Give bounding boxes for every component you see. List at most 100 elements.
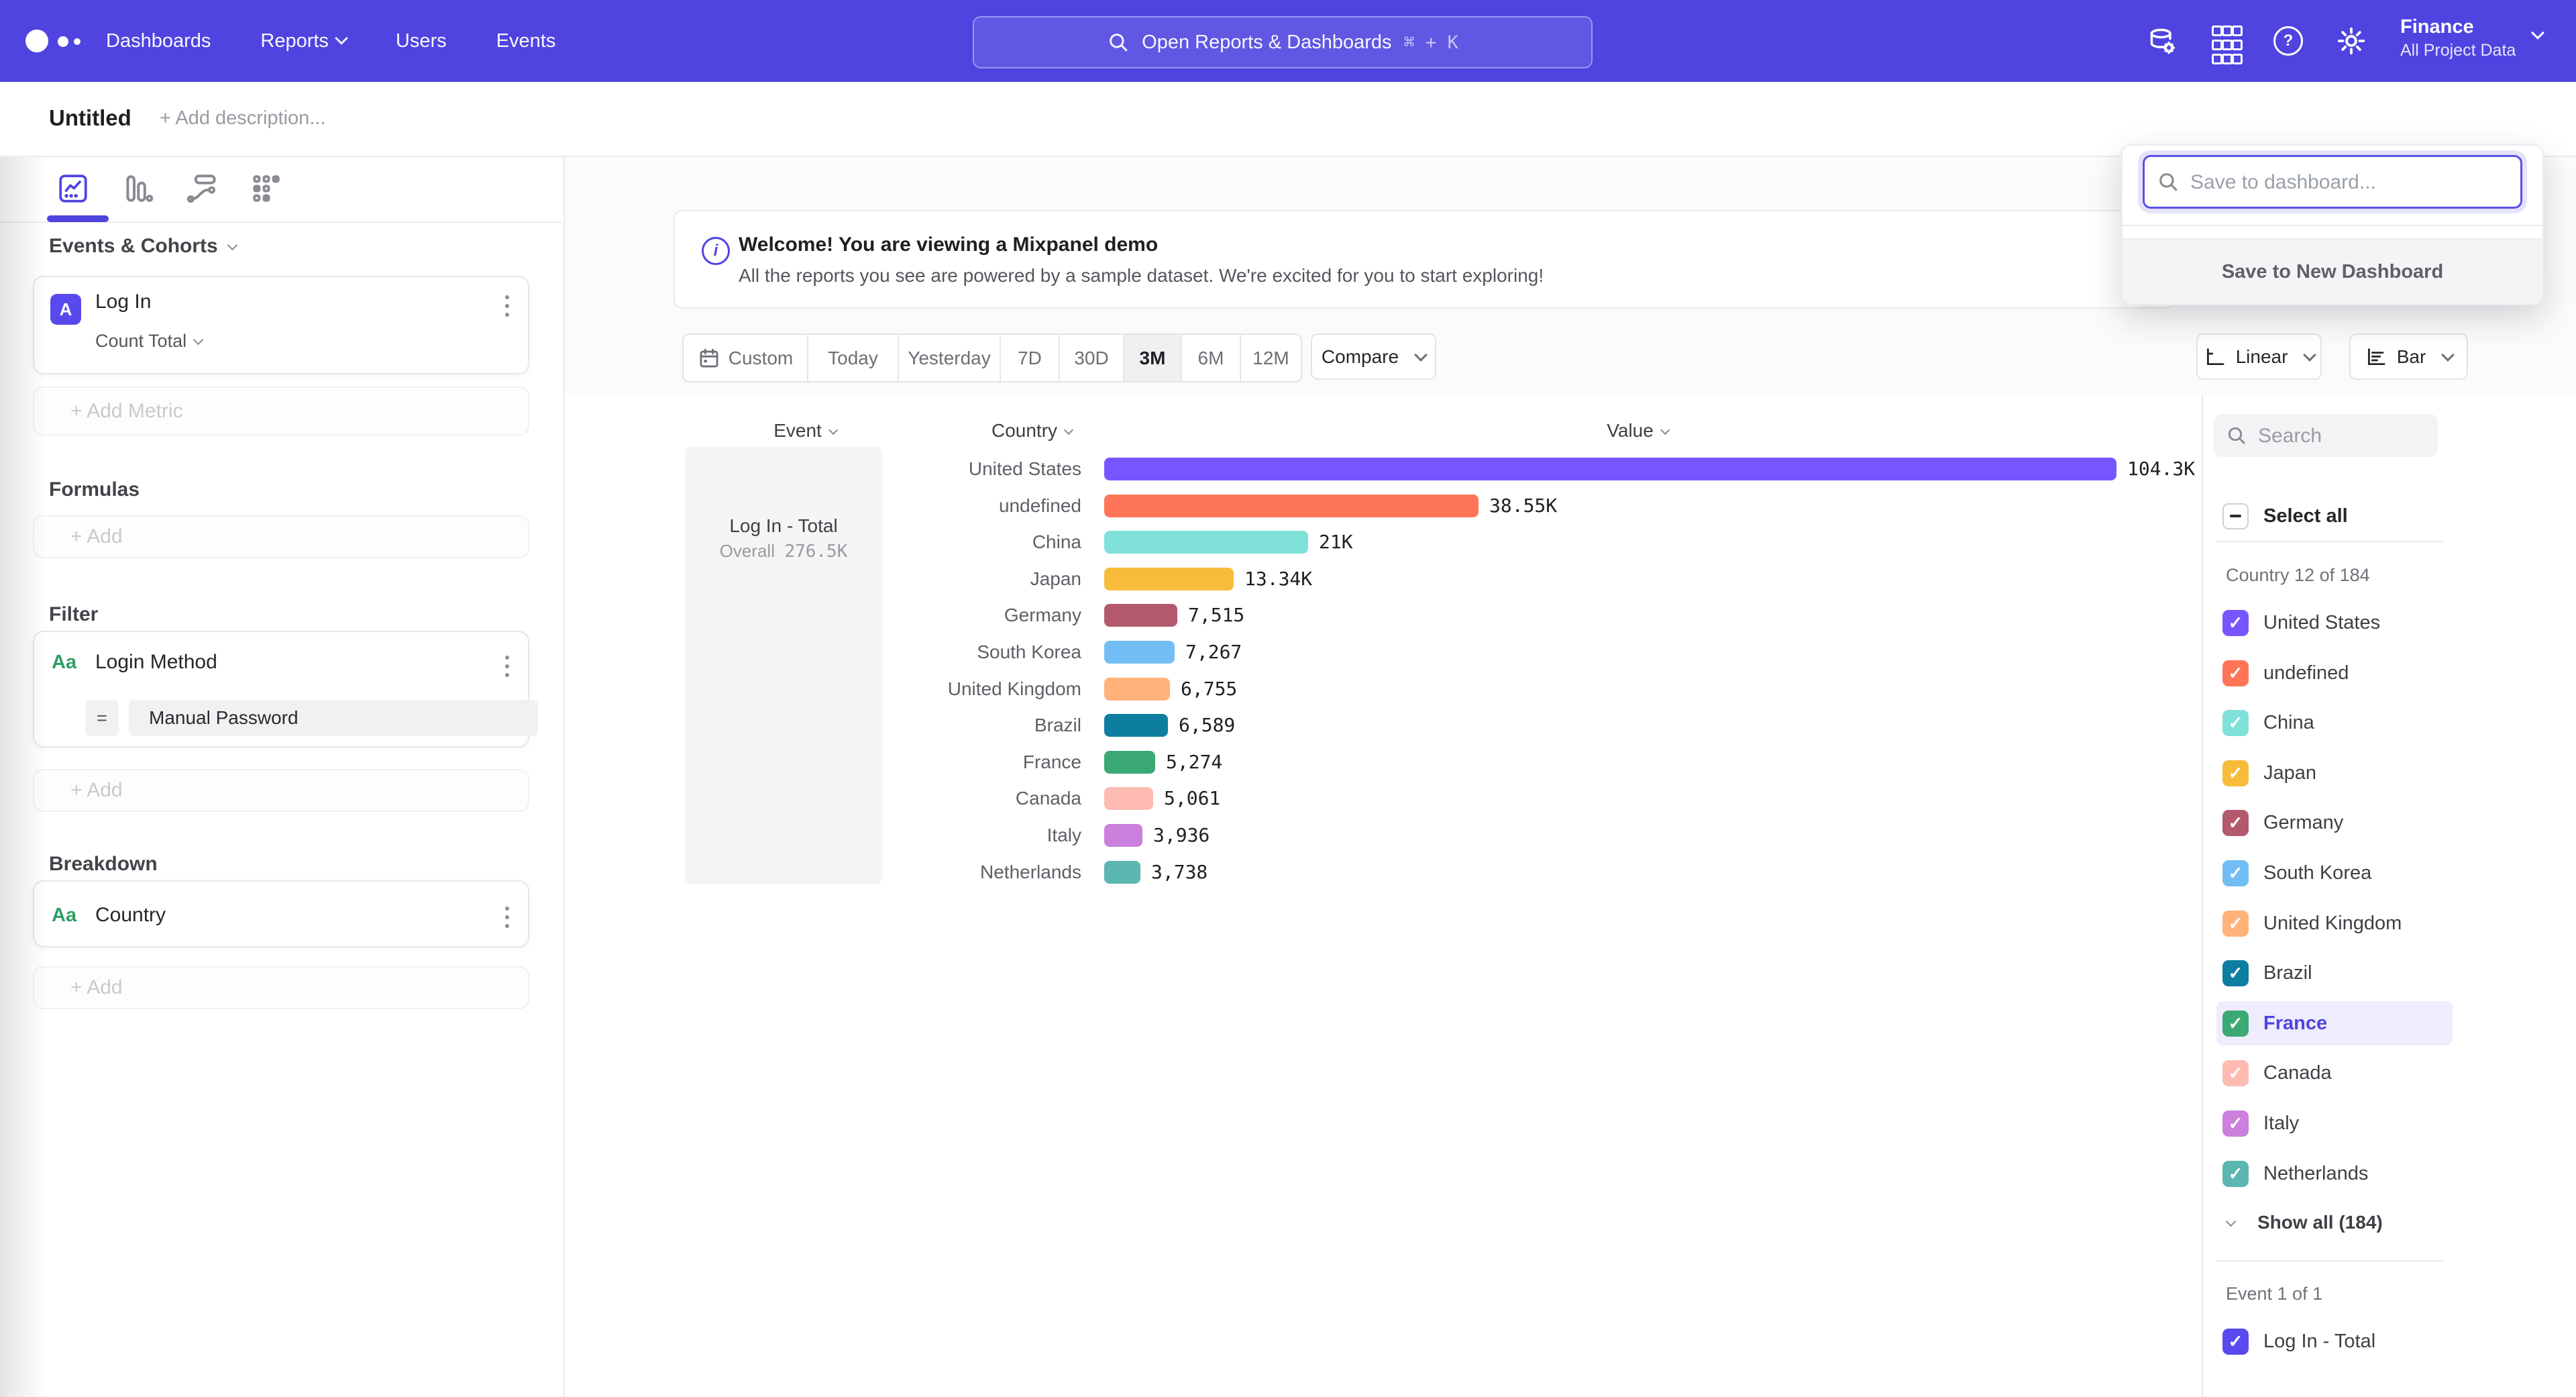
legend-item-germany[interactable]: ✓Germany — [2216, 800, 2453, 845]
tab-retention[interactable] — [250, 172, 283, 205]
date-range-today[interactable]: Today — [807, 335, 898, 381]
data-management-icon[interactable] — [2147, 25, 2178, 56]
date-range-3m[interactable]: 3M — [1123, 335, 1181, 381]
show-all-toggle[interactable]: Show all (184) — [2216, 1208, 2383, 1237]
date-range-6m[interactable]: 6M — [1181, 335, 1240, 381]
date-range-yesterday[interactable]: Yesterday — [898, 335, 1000, 381]
checkbox-checked[interactable]: ✓ — [2222, 760, 2249, 786]
aggregation-dropdown[interactable]: Count Total — [95, 327, 202, 354]
report-type-tabs — [0, 156, 562, 223]
legend-item-france[interactable]: ✓France — [2216, 1001, 2453, 1045]
bar-segment[interactable] — [1104, 604, 1177, 627]
legend-item-canada[interactable]: ✓Canada — [2216, 1051, 2453, 1095]
global-search-button[interactable]: Open Reports & Dashboards ⌘ + K — [973, 16, 1593, 68]
checkbox-checked[interactable]: ✓ — [2222, 1329, 2249, 1355]
checkbox-checked[interactable]: ✓ — [2222, 810, 2249, 836]
chevron-down-icon — [193, 334, 204, 345]
column-header-country[interactable]: Country — [991, 416, 1072, 446]
add-breakdown-button[interactable]: + Add — [33, 966, 529, 1009]
bar-segment[interactable] — [1104, 641, 1175, 664]
date-range-30d[interactable]: 30D — [1059, 335, 1123, 381]
checkbox-checked[interactable]: ✓ — [2222, 1161, 2249, 1187]
bar-value-label: 38.55K — [1489, 495, 1557, 517]
kebab-menu-icon[interactable] — [505, 656, 509, 677]
checkbox-checked[interactable]: ✓ — [2222, 860, 2249, 886]
add-description-field[interactable]: + Add description... — [160, 82, 325, 154]
checkbox-checked[interactable]: ✓ — [2222, 911, 2249, 937]
checkbox-checked[interactable]: ✓ — [2222, 610, 2249, 636]
save-to-new-dashboard-button[interactable]: Save to New Dashboard — [2123, 238, 2542, 304]
column-header-event[interactable]: Event — [773, 416, 837, 446]
apps-grid-icon[interactable] — [2210, 25, 2241, 56]
legend-item-south-korea[interactable]: ✓South Korea — [2216, 851, 2453, 895]
bar-segment[interactable] — [1104, 824, 1142, 847]
tab-funnels[interactable] — [121, 172, 154, 205]
bar-segment[interactable] — [1104, 714, 1168, 737]
bar-segment[interactable] — [1104, 568, 1234, 590]
breakdown-card-country[interactable]: Aa Country — [33, 880, 529, 947]
legend-item-japan[interactable]: ✓Japan — [2216, 751, 2453, 795]
project-switcher[interactable]: Finance All Project Data — [2400, 15, 2516, 62]
filter-operator-chip[interactable]: = — [85, 700, 119, 736]
filter-card-login-method[interactable]: Aa Login Method = Manual Password — [33, 631, 529, 747]
save-dashboard-input[interactable] — [2189, 157, 2514, 208]
events-cohorts-header[interactable]: Events & Cohorts — [49, 231, 236, 261]
nav-item-events[interactable]: Events — [496, 30, 556, 52]
bar-segment[interactable] — [1104, 458, 2116, 480]
legend-item-united-kingdom[interactable]: ✓United Kingdom — [2216, 901, 2453, 945]
metric-name[interactable]: Log In — [95, 287, 151, 317]
date-range-12m[interactable]: 12M — [1240, 335, 1301, 381]
chevron-down-icon — [2531, 26, 2544, 40]
bar-segment[interactable] — [1104, 787, 1153, 810]
legend-item-netherlands[interactable]: ✓Netherlands — [2216, 1151, 2453, 1196]
settings-gear-icon[interactable] — [2336, 25, 2367, 56]
legend-item-log-in---total[interactable]: ✓Log In - Total — [2216, 1319, 2453, 1363]
add-formula-button[interactable]: + Add — [33, 515, 529, 558]
bar-segment[interactable] — [1104, 751, 1155, 774]
metric-card-log-in[interactable]: A Log In Count Total — [33, 276, 529, 374]
select-all-checkbox-indeterminate[interactable] — [2222, 503, 2249, 529]
add-metric-button[interactable]: + Add Metric — [33, 386, 529, 435]
bar-segment[interactable] — [1104, 495, 1479, 517]
filter-property-name[interactable]: Login Method — [95, 648, 217, 677]
date-range-7d[interactable]: 7D — [1000, 335, 1059, 381]
bar-segment[interactable] — [1104, 531, 1308, 554]
bar-segment[interactable] — [1104, 861, 1140, 884]
checkbox-checked[interactable]: ✓ — [2222, 1011, 2249, 1037]
date-range-custom[interactable]: Custom — [684, 335, 807, 381]
filter-value-chip[interactable]: Manual Password — [129, 700, 538, 736]
tab-insights[interactable] — [56, 172, 90, 205]
scale-selector-button[interactable]: Linear — [2196, 333, 2322, 380]
nav-item-reports[interactable]: Reports — [260, 30, 346, 52]
legend-item-undefined[interactable]: ✓undefined — [2216, 651, 2453, 695]
column-header-value[interactable]: Value — [1607, 416, 1668, 446]
bar-value-label: 3,738 — [1151, 861, 1208, 883]
nav-item-users[interactable]: Users — [396, 30, 447, 52]
chevron-down-icon — [227, 240, 237, 250]
bar-segment[interactable] — [1104, 678, 1170, 701]
checkbox-checked[interactable]: ✓ — [2222, 1060, 2249, 1086]
kebab-menu-icon[interactable] — [505, 295, 509, 317]
add-filter-button[interactable]: + Add — [33, 769, 529, 812]
checkbox-checked[interactable]: ✓ — [2222, 1110, 2249, 1137]
checkbox-checked[interactable]: ✓ — [2222, 660, 2249, 686]
legend-filter-panel: Select all Country 12 of 184 ✓United Sta… — [2202, 395, 2576, 1397]
legend-item-brazil[interactable]: ✓Brazil — [2216, 951, 2453, 995]
checkbox-checked[interactable]: ✓ — [2222, 710, 2249, 736]
bar-category-label: Canada — [564, 788, 1081, 809]
legend-item-china[interactable]: ✓China — [2216, 701, 2453, 745]
tab-flows[interactable] — [185, 172, 219, 205]
info-icon: i — [702, 237, 730, 265]
chart-type-button[interactable]: Bar — [2349, 333, 2468, 380]
legend-item-italy[interactable]: ✓Italy — [2216, 1101, 2453, 1145]
checkbox-checked[interactable]: ✓ — [2222, 960, 2249, 986]
report-title[interactable]: Untitled — [49, 82, 131, 154]
nav-item-dashboards[interactable]: Dashboards — [106, 30, 211, 52]
legend-search-input[interactable] — [2257, 414, 2434, 458]
help-icon[interactable]: ? — [2273, 25, 2304, 56]
breakdown-property-name[interactable]: Country — [95, 900, 166, 930]
compare-button[interactable]: Compare — [1311, 333, 1436, 380]
select-all-row[interactable]: Select all — [2216, 494, 2348, 538]
kebab-menu-icon[interactable] — [505, 907, 509, 928]
legend-item-united-states[interactable]: ✓United States — [2216, 601, 2453, 645]
